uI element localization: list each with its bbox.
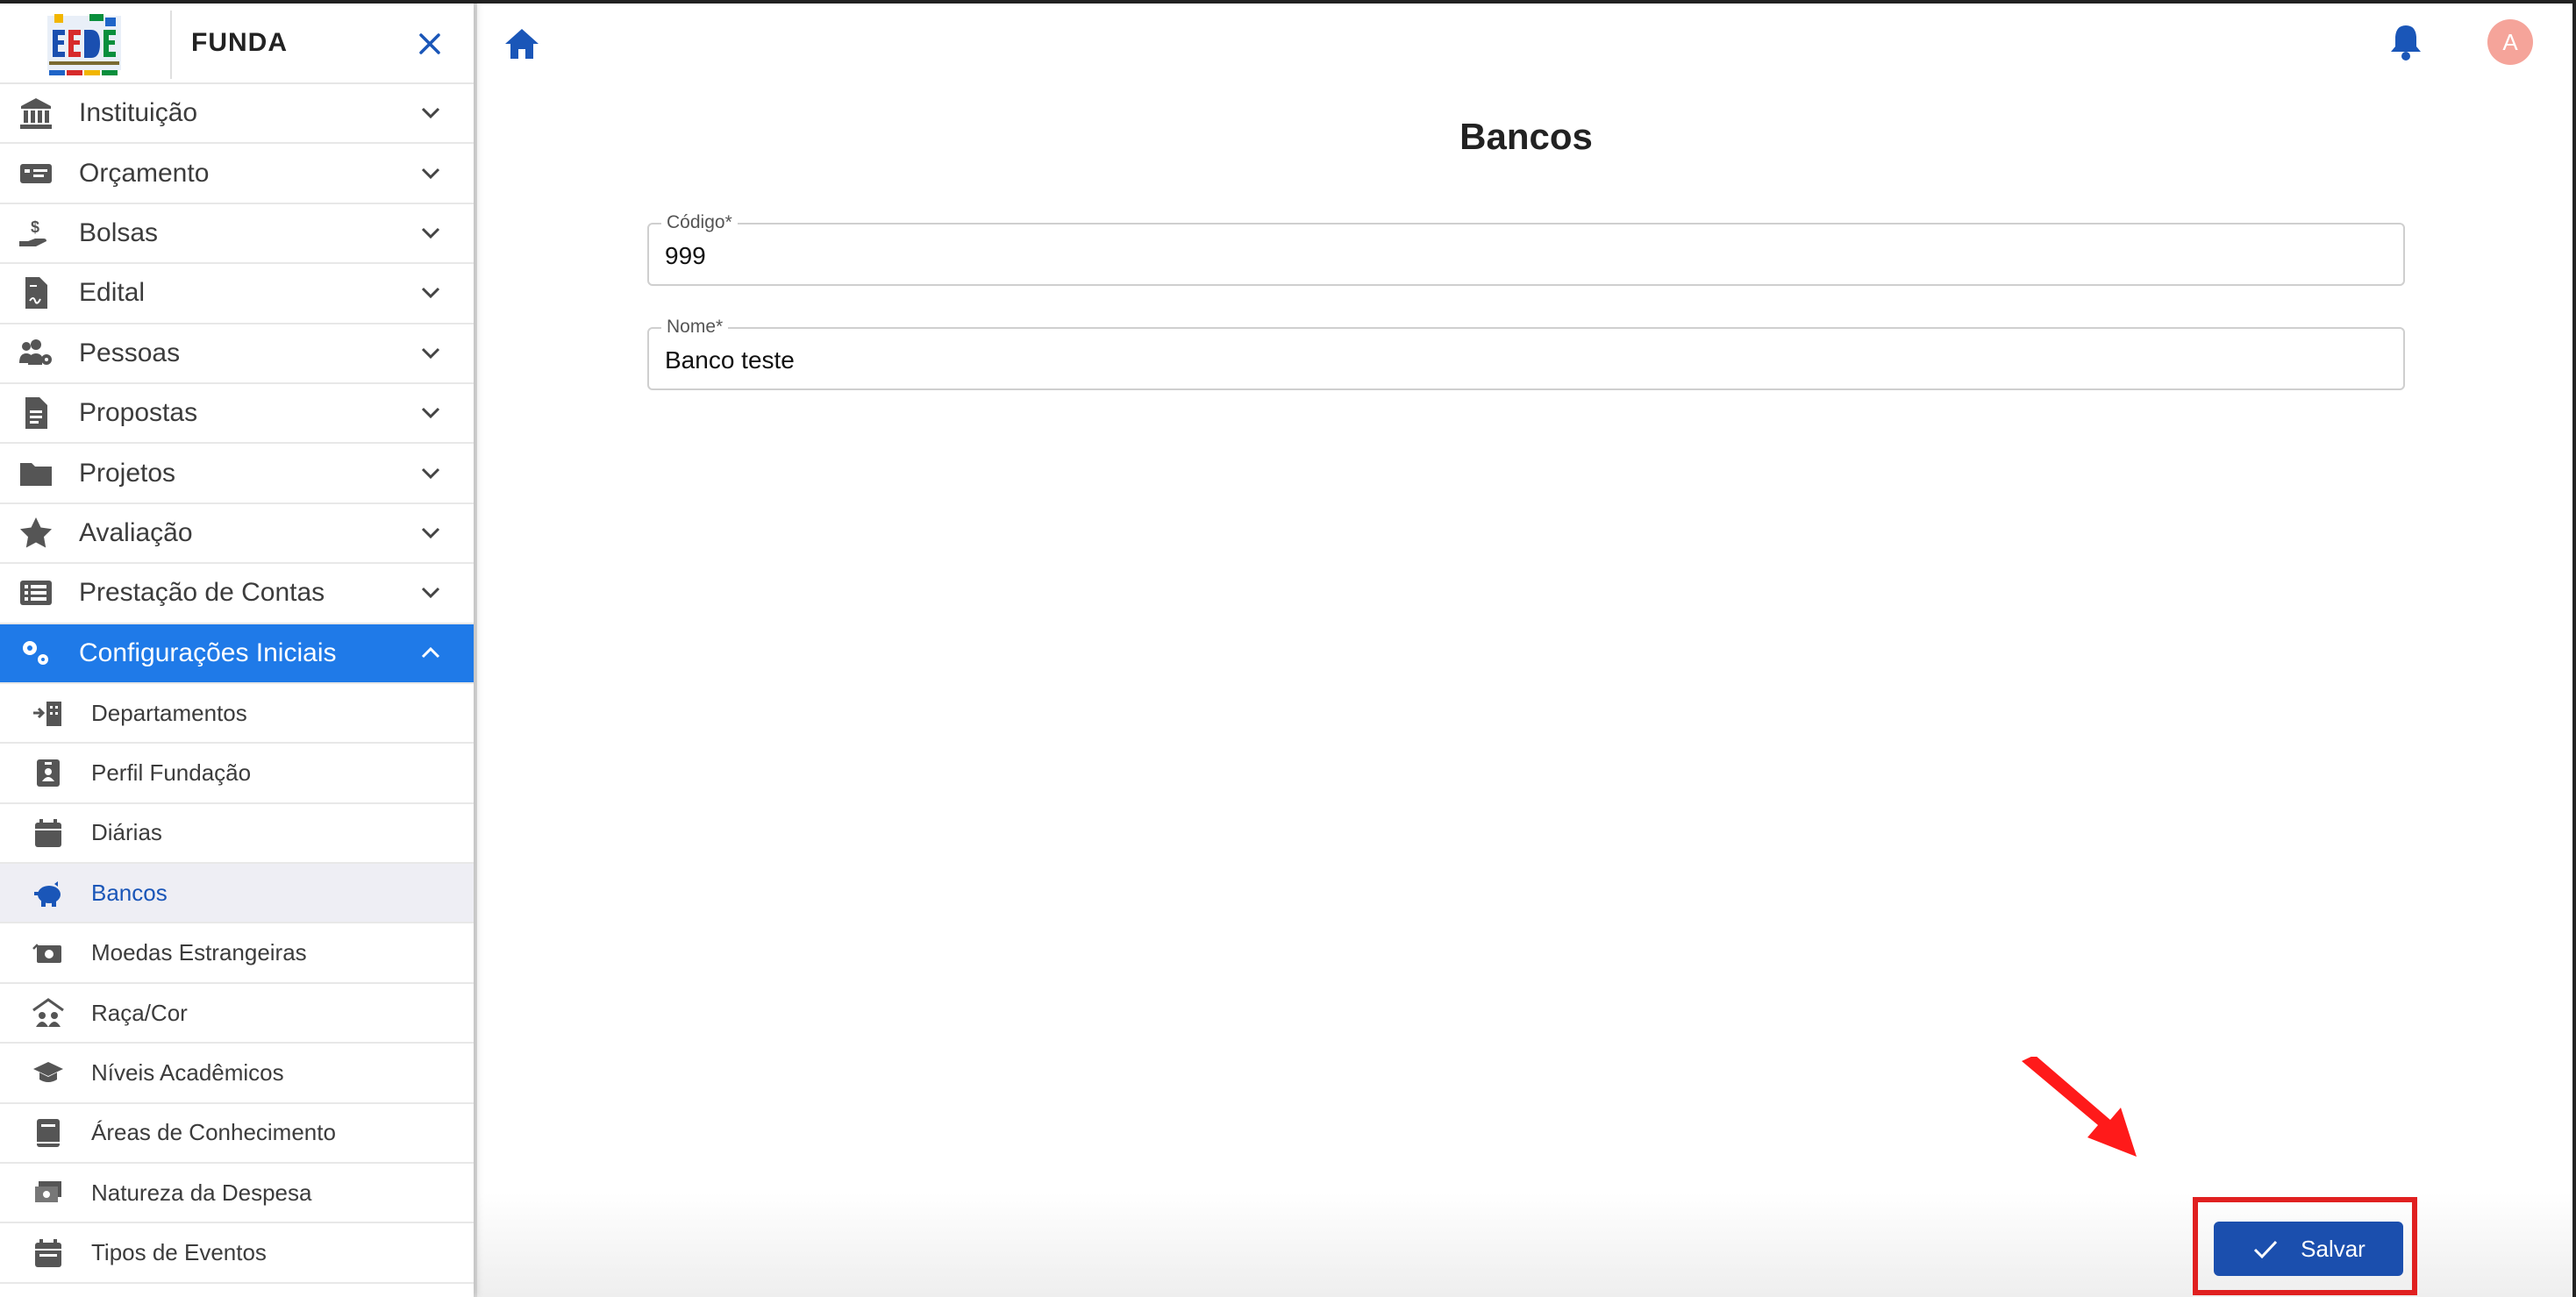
- bank-icon: [20, 98, 52, 130]
- submenu-item-departamentos[interactable]: Departamentos: [0, 684, 474, 745]
- piggy-bank-icon: [34, 881, 61, 908]
- menu-item-edital[interactable]: Edital: [0, 264, 474, 324]
- calendar-days-icon: [35, 1238, 61, 1267]
- bell-icon[interactable]: [2387, 23, 2424, 61]
- sidebar-edge: [474, 4, 477, 1297]
- logo-divider: [170, 11, 172, 79]
- file-contract-icon: [25, 277, 47, 310]
- menu-item-bolsas[interactable]: $ Bolsas: [0, 204, 474, 265]
- menu-item-propostas[interactable]: Propostas: [0, 384, 474, 445]
- submenu-label: Bancos: [91, 879, 168, 906]
- menu-item-projetos[interactable]: Projetos: [0, 444, 474, 504]
- submenu-item-bancos[interactable]: Bancos: [0, 864, 474, 924]
- menu-item-orcamento[interactable]: Orçamento: [0, 144, 474, 204]
- submenu-label: Diárias: [91, 819, 162, 846]
- nome-field[interactable]: Nome*: [647, 317, 2405, 390]
- home-icon[interactable]: [503, 26, 540, 61]
- hand-holding-dollar-icon: $: [19, 218, 46, 246]
- submenu-label: Departamentos: [91, 699, 247, 726]
- sidebar: FUNDA Instituição Orçamento $ Bolsas Edi…: [0, 4, 474, 1297]
- submenu-label: Tipos de Eventos: [91, 1239, 267, 1266]
- menu-label: Bolsas: [79, 217, 159, 247]
- star-icon: [20, 517, 52, 548]
- id-badge-icon: [37, 759, 60, 787]
- submenu-label: Moedas Estrangeiras: [91, 939, 307, 966]
- save-button[interactable]: Salvar: [2214, 1222, 2403, 1276]
- menu-item-avaliacao[interactable]: Avaliação: [0, 504, 474, 565]
- submenu-label: Natureza da Despesa: [91, 1179, 312, 1206]
- codigo-label: Código*: [661, 212, 738, 233]
- submenu-item-tipos-de-eventos[interactable]: Tipos de Eventos: [0, 1223, 474, 1284]
- menu-item-instituicao[interactable]: Instituição: [0, 84, 474, 145]
- nome-label: Nome*: [661, 317, 729, 338]
- gears-icon: [23, 640, 48, 665]
- window-frame-right: [2572, 0, 2576, 1297]
- check-icon: [2254, 1240, 2278, 1259]
- file-lines-icon: [25, 397, 47, 430]
- menu-item-pessoas[interactable]: Pessoas: [0, 324, 474, 384]
- submenu-item-raca-cor[interactable]: Raça/Cor: [0, 984, 474, 1044]
- submenu-label: Perfil Fundação: [91, 759, 252, 786]
- chevron-down-icon: [421, 288, 440, 299]
- menu-label: Prestação de Contas: [79, 578, 325, 608]
- book-icon: [37, 1118, 60, 1147]
- menu-item-prestacao-de-contas[interactable]: Prestação de Contas: [0, 564, 474, 624]
- chevron-down-icon: [421, 588, 440, 599]
- submenu-item-natureza-da-despesa[interactable]: Natureza da Despesa: [0, 1164, 474, 1224]
- save-label: Salvar: [2301, 1235, 2365, 1262]
- people-roof-icon: [32, 998, 64, 1028]
- menu-label: Instituição: [79, 98, 198, 128]
- chevron-down-icon: [421, 408, 440, 419]
- chevron-down-icon: [421, 467, 440, 479]
- submenu-item-perfil-fundacao[interactable]: Perfil Fundação: [0, 744, 474, 804]
- users-gear-icon: [19, 339, 52, 365]
- page-title: Bancos: [1459, 116, 1593, 157]
- graduation-cap-icon: [33, 1062, 63, 1083]
- building-arrow-icon: [33, 702, 61, 727]
- money-bills-icon: [35, 1181, 61, 1203]
- annotation-arrow: [2022, 1057, 2137, 1157]
- chevron-down-icon: [421, 108, 440, 119]
- submenu-item-areas-de-conhecimento[interactable]: Áreas de Conhecimento: [0, 1104, 474, 1165]
- submenu-item-moedas-estrangeiras[interactable]: Moedas Estrangeiras: [0, 923, 474, 984]
- menu-item-configuracoes-iniciais[interactable]: Configurações Iniciais: [0, 624, 474, 684]
- list-icon: [20, 581, 52, 606]
- chevron-up-icon: [421, 646, 440, 658]
- submenu-item-diarias[interactable]: Diárias: [0, 804, 474, 865]
- brand-name: FUNDA: [191, 28, 288, 57]
- money-bill-icon: [20, 163, 52, 183]
- folder-icon: [20, 462, 52, 486]
- nome-input[interactable]: [665, 343, 2387, 378]
- close-icon[interactable]: [412, 26, 447, 61]
- chevron-down-icon: [421, 167, 440, 179]
- chevron-down-icon: [421, 527, 440, 539]
- avatar[interactable]: A: [2487, 19, 2533, 65]
- menu-label: Orçamento: [79, 158, 210, 188]
- submenu-label: Áreas de Conhecimento: [91, 1119, 336, 1146]
- menu-label: Configurações Iniciais: [79, 638, 337, 667]
- menu-label: Propostas: [79, 398, 198, 428]
- svg-text:$: $: [31, 218, 39, 236]
- menu-label: Projetos: [79, 458, 176, 488]
- chevron-down-icon: [421, 347, 440, 359]
- money-exchange-icon: [32, 943, 61, 963]
- chevron-down-icon: [421, 227, 440, 239]
- logo-icon: [47, 14, 121, 75]
- codigo-field[interactable]: Código*: [647, 212, 2405, 286]
- submenu-label: Raça/Cor: [91, 999, 188, 1026]
- menu-label: Avaliação: [79, 517, 193, 547]
- codigo-input[interactable]: [665, 239, 2387, 274]
- submenu-label: Níveis Acadêmicos: [91, 1058, 284, 1086]
- sidebar-header: FUNDA: [0, 4, 474, 84]
- menu-label: Edital: [79, 278, 146, 308]
- submenu-item-niveis-academicos[interactable]: Níveis Acadêmicos: [0, 1044, 474, 1104]
- calendar-icon: [35, 818, 61, 847]
- menu-label: Pessoas: [79, 338, 181, 367]
